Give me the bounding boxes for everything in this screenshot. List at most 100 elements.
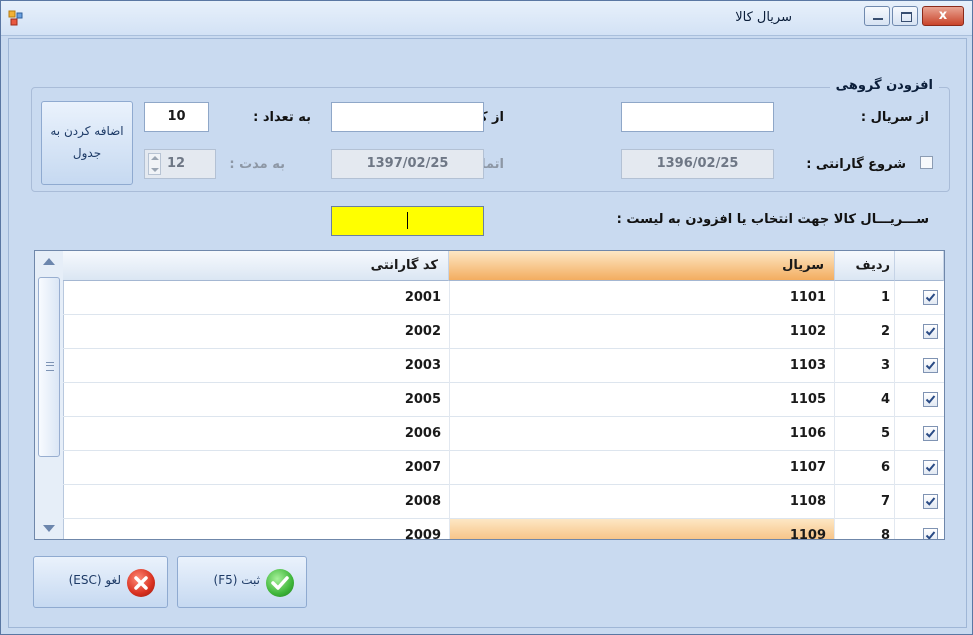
checkmark-icon bbox=[925, 429, 936, 438]
table-row[interactable]: 2007 1107 6 bbox=[63, 451, 944, 485]
row-index-cell: 3 bbox=[835, 349, 895, 383]
from-guarantee-input[interactable] bbox=[331, 102, 484, 132]
row-checkbox[interactable] bbox=[923, 494, 938, 509]
header-serial[interactable]: سریال bbox=[449, 251, 835, 281]
guarantee-cell[interactable]: 2001 bbox=[63, 281, 450, 315]
row-checkbox[interactable] bbox=[923, 324, 938, 339]
maximize-icon bbox=[901, 12, 912, 22]
serial-table[interactable]: کد گارانتی سریال ردیف 2001 1101 1 2002 1102 2… bbox=[34, 250, 945, 540]
stepper-arrows[interactable] bbox=[148, 153, 161, 175]
bulk-add-title: افزودن گروهی bbox=[829, 78, 939, 93]
checkbox-cell bbox=[895, 519, 944, 539]
duration-label: به مدت : bbox=[229, 157, 285, 172]
serial-cell[interactable]: 1109 bbox=[450, 519, 835, 539]
minimize-icon bbox=[873, 18, 883, 20]
guarantee-cell[interactable]: 2007 bbox=[63, 451, 450, 485]
checkmark-icon bbox=[925, 531, 936, 539]
row-index-cell: 4 bbox=[835, 383, 895, 417]
row-index-cell: 8 bbox=[835, 519, 895, 539]
window-title: سریال کالا bbox=[735, 10, 792, 25]
save-label: ثبت (F5) bbox=[213, 573, 260, 587]
serial-cell[interactable]: 1107 bbox=[450, 451, 835, 485]
from-serial-input[interactable] bbox=[621, 102, 774, 132]
table-row[interactable]: 2005 1105 4 bbox=[63, 383, 944, 417]
guarantee-cell[interactable]: 2006 bbox=[63, 417, 450, 451]
table-row[interactable]: 2009 1109 8 bbox=[63, 519, 944, 539]
row-index-cell: 1 bbox=[835, 281, 895, 315]
close-icon: x bbox=[938, 8, 948, 23]
header-guarantee[interactable]: کد گارانتی bbox=[63, 251, 449, 281]
serial-cell[interactable]: 1102 bbox=[450, 315, 835, 349]
guarantee-cell[interactable]: 2005 bbox=[63, 383, 450, 417]
stepper-down-icon[interactable] bbox=[151, 168, 159, 172]
minimize-button[interactable] bbox=[864, 6, 890, 26]
serial-cell[interactable]: 1106 bbox=[450, 417, 835, 451]
checkbox-cell bbox=[895, 451, 944, 485]
row-checkbox[interactable] bbox=[923, 528, 938, 539]
scan-serial-label: ســـریـــال کالا جهت انتخاب یا افزودن به… bbox=[616, 212, 929, 227]
row-index-cell: 7 bbox=[835, 485, 895, 519]
cancel-button[interactable]: لغو (ESC) bbox=[33, 556, 168, 608]
save-button[interactable]: ثبت (F5) bbox=[177, 556, 307, 608]
serial-cell[interactable]: 1103 bbox=[450, 349, 835, 383]
row-checkbox[interactable] bbox=[923, 290, 938, 305]
checkmark-icon bbox=[925, 327, 936, 336]
scroll-up-icon[interactable] bbox=[43, 258, 55, 265]
guarantee-cell[interactable]: 2002 bbox=[63, 315, 450, 349]
checkbox-cell bbox=[895, 315, 944, 349]
app-icon bbox=[8, 10, 24, 26]
start-guarantee-checkbox[interactable] bbox=[920, 156, 933, 169]
guarantee-cell[interactable]: 2009 bbox=[63, 519, 450, 539]
title-bar[interactable]: سریال کالا x bbox=[1, 1, 972, 36]
serial-cell[interactable]: 1101 bbox=[450, 281, 835, 315]
text-caret bbox=[407, 212, 408, 229]
header-checkbox[interactable] bbox=[895, 251, 944, 281]
table-row[interactable]: 2002 1102 2 bbox=[63, 315, 944, 349]
row-checkbox[interactable] bbox=[923, 426, 938, 441]
table-row[interactable]: 2001 1101 1 bbox=[63, 281, 944, 315]
serial-cell[interactable]: 1108 bbox=[450, 485, 835, 519]
guarantee-cell[interactable]: 2008 bbox=[63, 485, 450, 519]
scan-serial-input[interactable] bbox=[331, 206, 484, 236]
count-label: به تعداد : bbox=[253, 110, 311, 125]
cancel-label: لغو (ESC) bbox=[68, 573, 121, 587]
maximize-button[interactable] bbox=[892, 6, 918, 26]
scrollbar-thumb[interactable] bbox=[38, 277, 60, 457]
checkmark-icon bbox=[925, 497, 936, 506]
checkmark-icon bbox=[925, 463, 936, 472]
count-input[interactable]: 10 bbox=[144, 102, 209, 132]
start-date-input[interactable]: 1396/02/25 bbox=[621, 149, 774, 179]
table-row[interactable]: 2006 1106 5 bbox=[63, 417, 944, 451]
checkbox-cell bbox=[895, 485, 944, 519]
row-index-cell: 2 bbox=[835, 315, 895, 349]
add-to-table-button[interactable]: اضافه کردن به جدول bbox=[41, 101, 133, 185]
serial-cell[interactable]: 1105 bbox=[450, 383, 835, 417]
close-button[interactable]: x bbox=[922, 6, 964, 26]
row-checkbox[interactable] bbox=[923, 392, 938, 407]
from-serial-label: از سریال : bbox=[860, 110, 929, 125]
x-circle-icon bbox=[127, 569, 155, 597]
duration-stepper[interactable]: 12 bbox=[144, 149, 216, 179]
duration-value: 12 bbox=[167, 156, 186, 171]
stepper-up-icon[interactable] bbox=[151, 156, 159, 160]
checkbox-cell bbox=[895, 417, 944, 451]
guarantee-cell[interactable]: 2003 bbox=[63, 349, 450, 383]
row-index-cell: 5 bbox=[835, 417, 895, 451]
end-date-input[interactable]: 1397/02/25 bbox=[331, 149, 484, 179]
checkmark-icon bbox=[925, 395, 936, 404]
vertical-scrollbar[interactable] bbox=[35, 251, 64, 539]
header-row-index[interactable]: ردیف bbox=[835, 251, 895, 281]
checkbox-cell bbox=[895, 349, 944, 383]
table-row[interactable]: 2008 1108 7 bbox=[63, 485, 944, 519]
app-window: سریال کالا x افزودن گروهی از سریال : از … bbox=[0, 0, 973, 635]
row-checkbox[interactable] bbox=[923, 358, 938, 373]
check-circle-icon bbox=[266, 569, 294, 597]
checkbox-cell bbox=[895, 383, 944, 417]
table-row[interactable]: 2003 1103 3 bbox=[63, 349, 944, 383]
checkbox-cell bbox=[895, 281, 944, 315]
row-checkbox[interactable] bbox=[923, 460, 938, 475]
scroll-down-icon[interactable] bbox=[43, 525, 55, 532]
grip-icon bbox=[46, 362, 54, 371]
start-guarantee-label: شروع گارانتی : bbox=[806, 157, 906, 172]
row-index-cell: 6 bbox=[835, 451, 895, 485]
